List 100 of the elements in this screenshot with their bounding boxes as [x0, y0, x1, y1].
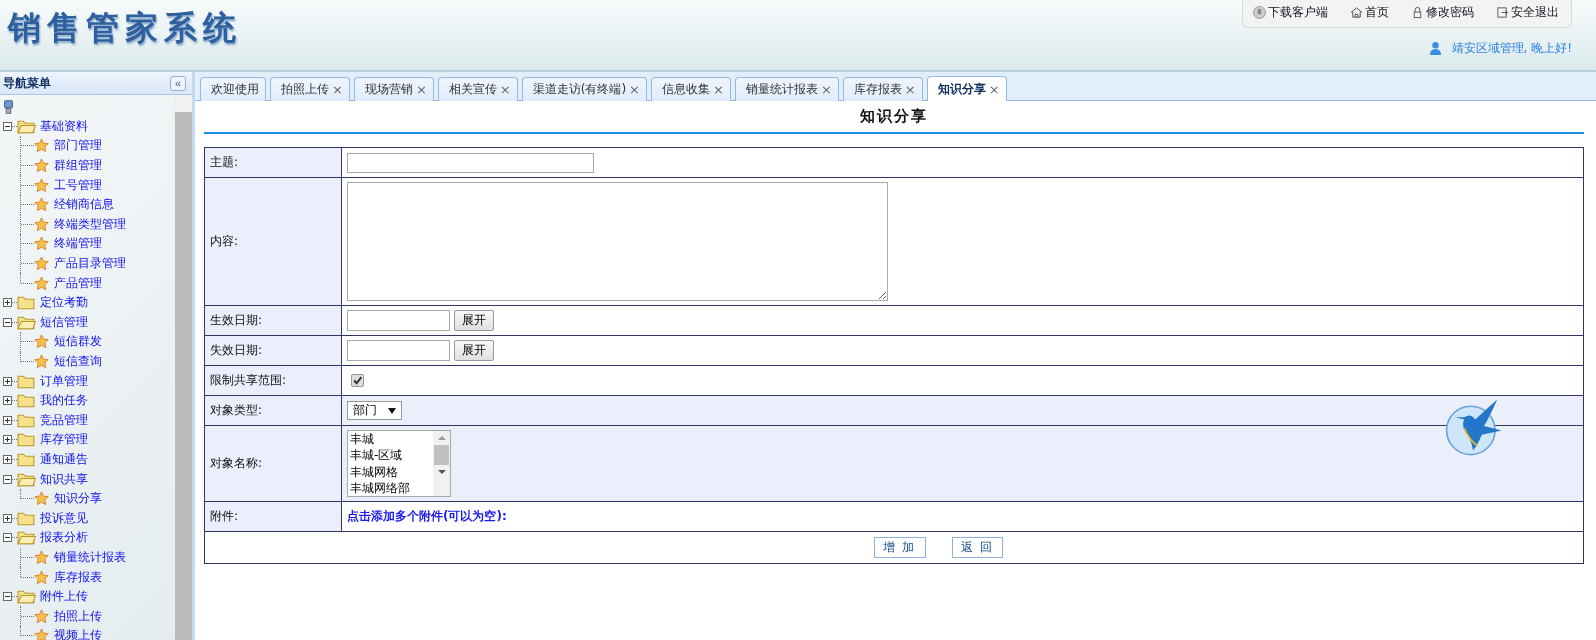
- tab[interactable]: 知识分享 ×: [926, 76, 1007, 101]
- tab[interactable]: 拍照上传 ×: [270, 77, 350, 101]
- expand-toggle[interactable]: [3, 592, 12, 602]
- menu-item[interactable]: 短信群发: [54, 333, 102, 351]
- star-icon: [34, 158, 49, 174]
- tab[interactable]: 相关宣传 ×: [437, 77, 518, 101]
- computer-icon: [3, 98, 14, 115]
- expand-toggle[interactable]: [3, 376, 12, 386]
- add-attachments-link[interactable]: 点击添加多个附件(可以为空):: [347, 509, 507, 523]
- scrollbar[interactable]: [174, 95, 192, 640]
- date-field[interactable]: [347, 310, 450, 331]
- menu-item[interactable]: 终端管理: [54, 235, 102, 253]
- lock-icon: [1411, 6, 1424, 19]
- expand-toggle[interactable]: [3, 121, 12, 131]
- list-option[interactable]: 丰城网络部: [350, 479, 433, 497]
- expand-toggle[interactable]: [3, 513, 12, 523]
- star-icon: [34, 608, 49, 624]
- folder-icon: [17, 452, 36, 467]
- close-icon[interactable]: ×: [713, 82, 724, 97]
- menu-item[interactable]: 知识分享: [54, 490, 102, 508]
- menu-item[interactable]: 库存报表: [54, 568, 102, 586]
- form-title: 知识分享: [204, 101, 1584, 134]
- tab[interactable]: 渠道走访(有终端) ×: [521, 77, 647, 101]
- home-icon: [1350, 6, 1363, 19]
- close-icon[interactable]: ×: [988, 81, 1000, 97]
- field-label: 主题:: [204, 147, 342, 178]
- tab[interactable]: 欢迎使用: [200, 77, 266, 101]
- menu-item[interactable]: 产品管理: [54, 274, 102, 292]
- field-label: 对象名称:: [204, 425, 342, 502]
- scrollbar[interactable]: [433, 431, 450, 496]
- tab[interactable]: 库存报表 ×: [842, 77, 923, 101]
- close-icon[interactable]: ×: [499, 82, 511, 97]
- expand-toggle[interactable]: [3, 533, 12, 543]
- expand-toggle[interactable]: [3, 396, 12, 406]
- menu-group[interactable]: 基础资料: [40, 117, 88, 135]
- open-folder-icon: [17, 118, 36, 134]
- expand-button[interactable]: 展开: [454, 310, 494, 331]
- toolbar-link[interactable]: 首页: [1350, 4, 1389, 21]
- expand-toggle[interactable]: [3, 455, 12, 464]
- form-button[interactable]: 返 回: [951, 537, 1003, 558]
- expand-toggle[interactable]: [3, 415, 12, 425]
- folder-icon: [17, 432, 36, 448]
- close-icon[interactable]: ×: [629, 82, 640, 97]
- tab[interactable]: 现场营销 ×: [353, 77, 434, 101]
- folder-icon: [17, 295, 36, 311]
- tab[interactable]: 信息收集 ×: [651, 77, 731, 101]
- field-label: 对象类型:: [204, 395, 342, 426]
- star-icon: [34, 549, 49, 565]
- open-folder-icon: [17, 314, 36, 330]
- menu-group[interactable]: 库存管理: [40, 431, 88, 449]
- close-icon[interactable]: ×: [332, 82, 343, 97]
- select-dropdown[interactable]: 部门: [347, 401, 402, 420]
- menu-group[interactable]: 我的任务: [40, 392, 88, 410]
- open-folder-icon: [17, 530, 36, 546]
- menu-item[interactable]: 销量统计报表: [54, 548, 126, 566]
- microphone-icon: [1253, 6, 1266, 19]
- checkbox[interactable]: [351, 374, 364, 387]
- list-box[interactable]: 丰城 丰城-区域 丰城网格 丰城网络部: [347, 430, 451, 497]
- menu-item[interactable]: 拍照上传: [54, 607, 102, 625]
- menu-group[interactable]: 定位考勤: [40, 294, 88, 312]
- star-icon: [34, 354, 49, 369]
- list-option[interactable]: 丰城网格: [350, 463, 433, 480]
- input-field[interactable]: [347, 152, 594, 173]
- field-label: 限制共享范围:: [204, 365, 342, 396]
- menu-item[interactable]: 群组管理: [54, 157, 102, 175]
- expand-toggle[interactable]: [3, 298, 12, 308]
- menu-item[interactable]: 工号管理: [54, 176, 102, 194]
- menu-item[interactable]: 部门管理: [54, 137, 102, 155]
- toolbar-link[interactable]: 下载客户端: [1253, 4, 1328, 21]
- menu-group[interactable]: 通知通告: [40, 451, 88, 468]
- menu-group[interactable]: 投诉意见: [40, 509, 88, 527]
- toolbar-link[interactable]: 安全退出: [1496, 4, 1559, 21]
- tab[interactable]: 销量统计报表 ×: [734, 77, 839, 101]
- list-option[interactable]: 丰城-区域: [350, 447, 433, 464]
- star-icon: [34, 334, 49, 350]
- menu-group[interactable]: 短信管理: [40, 313, 88, 331]
- menu-item[interactable]: 经销商信息: [54, 196, 114, 214]
- menu-group[interactable]: 知识共享: [40, 470, 88, 488]
- menu-item[interactable]: 短信查询: [54, 353, 102, 370]
- close-icon[interactable]: ×: [904, 82, 916, 97]
- list-option[interactable]: 丰城: [350, 431, 433, 448]
- date-field[interactable]: [347, 340, 450, 361]
- star-icon: [34, 628, 49, 640]
- expand-toggle[interactable]: [3, 317, 12, 327]
- expand-toggle[interactable]: [3, 474, 12, 484]
- expand-button[interactable]: 展开: [454, 340, 494, 361]
- menu-item[interactable]: 终端类型管理: [54, 215, 126, 233]
- toolbar-link[interactable]: 修改密码: [1411, 4, 1474, 21]
- form-button[interactable]: 增 加: [874, 537, 926, 558]
- menu-group[interactable]: 订单管理: [40, 372, 88, 390]
- menu-group[interactable]: 报表分析: [40, 529, 88, 547]
- close-icon[interactable]: ×: [415, 82, 427, 97]
- menu-item[interactable]: 产品目录管理: [54, 255, 126, 273]
- collapse-button[interactable]: «: [170, 75, 186, 91]
- star-icon: [34, 569, 49, 585]
- close-icon[interactable]: ×: [820, 82, 832, 97]
- expand-toggle[interactable]: [3, 435, 12, 445]
- menu-group[interactable]: 竞品管理: [40, 411, 88, 429]
- menu-group[interactable]: 附件上传: [40, 588, 88, 606]
- sidebar-title: 导航菜单: [3, 74, 51, 92]
